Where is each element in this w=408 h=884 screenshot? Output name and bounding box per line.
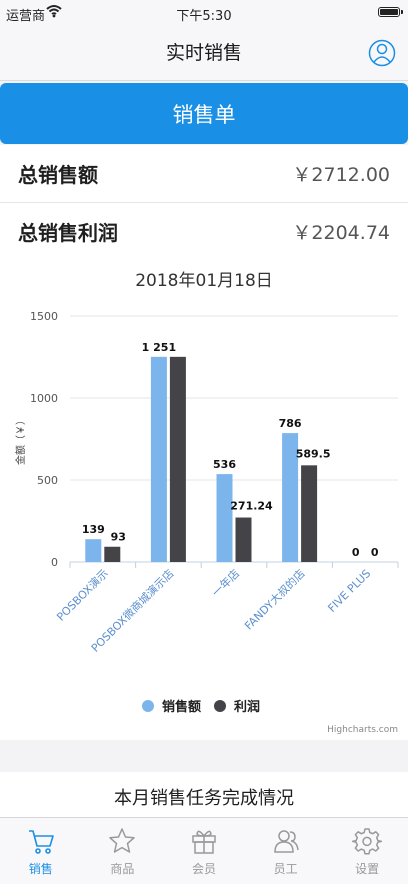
tab-settings-label: 设置 (355, 862, 380, 876)
legend-item-label[interactable]: 销售额 (162, 699, 201, 715)
data-label: 1 251 (142, 341, 176, 354)
chart-title: 2018年01月18日 (135, 271, 273, 291)
data-label: 0 (352, 546, 360, 559)
chart-credits[interactable]: Highcharts.com (327, 725, 398, 735)
sales-chart-card: 2018年01月18日 金额（￥） 0 500 1000 1500 139 93 POSB… (0, 260, 408, 740)
y-tick-label: 0 (51, 556, 58, 569)
total-sales-row: 总销售额 ￥2712.00 (0, 145, 408, 203)
bar-sales[interactable] (150, 356, 167, 562)
cart-icon (28, 830, 54, 854)
tab-products[interactable]: 商品 (82, 818, 164, 884)
tab-settings[interactable]: 设置 (326, 818, 408, 884)
star-icon (109, 828, 136, 853)
total-profit-value: ￥2204.74 (292, 222, 390, 244)
tab-sales-label: 销售 (28, 862, 53, 876)
status-bar: 运营商 下午5:30 (0, 0, 408, 26)
y-tick-label: 1500 (30, 310, 58, 323)
x-category-label: FANDY大叔的店 (241, 566, 307, 632)
sales-chart: 2018年01月18日 金额（￥） 0 500 1000 1500 139 93 POSB… (14, 271, 399, 735)
bar-profit[interactable] (301, 465, 318, 562)
total-sales-label: 总销售额 (18, 163, 98, 187)
sales-order-button[interactable]: 销售单 (0, 83, 408, 144)
tab-sales[interactable]: 销售 (0, 818, 82, 884)
legend-marker (142, 700, 154, 712)
total-profit-label: 总销售利润 (18, 221, 118, 245)
data-label: 93 (111, 531, 126, 544)
bar-sales[interactable] (85, 539, 102, 562)
summary-panel: 总销售额 ￥2712.00 总销售利润 ￥2204.74 (0, 145, 408, 261)
total-sales-value: ￥2712.00 (292, 164, 390, 186)
tab-products-label: 商品 (110, 862, 135, 876)
nav-bar: 实时销售 (0, 26, 408, 81)
legend-marker (214, 700, 226, 712)
monthly-task-title: 本月销售任务完成情况 (114, 788, 294, 809)
data-label: 536 (213, 458, 236, 471)
y-axis-label: 金额（￥） (14, 415, 27, 465)
x-category-label: FIVE PLUS (325, 567, 373, 615)
bar-sales[interactable] (216, 474, 233, 562)
monthly-task-header: 本月销售任务完成情况 (0, 772, 408, 822)
gift-icon (192, 830, 216, 854)
data-label: 0 (371, 546, 379, 559)
gear-icon (352, 828, 383, 855)
total-profit-row: 总销售利润 ￥2204.74 (0, 203, 408, 261)
y-tick-label: 1000 (30, 392, 58, 405)
data-label: 271.24 (230, 500, 273, 513)
sales-order-label: 销售单 (172, 102, 236, 127)
legend-item-label[interactable]: 利润 (234, 699, 260, 715)
bar-profit[interactable] (104, 546, 121, 562)
bar-profit[interactable] (235, 517, 252, 562)
clock: 下午5:30 (176, 9, 232, 24)
bar-profit[interactable] (169, 356, 186, 562)
user-icon[interactable] (368, 38, 396, 68)
tab-bar: 销售 商品 会员 员工 设置 (0, 817, 408, 884)
tab-staff-label: 员工 (273, 862, 298, 876)
y-tick-label: 500 (37, 474, 58, 487)
data-label: 139 (82, 523, 105, 536)
battery-icon (378, 7, 403, 17)
staff-icon (273, 830, 299, 853)
x-category-label: 一年店 (209, 566, 242, 599)
tab-staff[interactable]: 员工 (245, 818, 327, 884)
x-category-label: POSBOX演示 (54, 566, 111, 623)
data-label: 589.5 (296, 447, 331, 460)
data-label: 786 (279, 417, 302, 430)
tab-members[interactable]: 会员 (163, 818, 245, 884)
page-title: 实时销售 (165, 42, 242, 64)
tab-members-label: 会员 (191, 862, 216, 876)
